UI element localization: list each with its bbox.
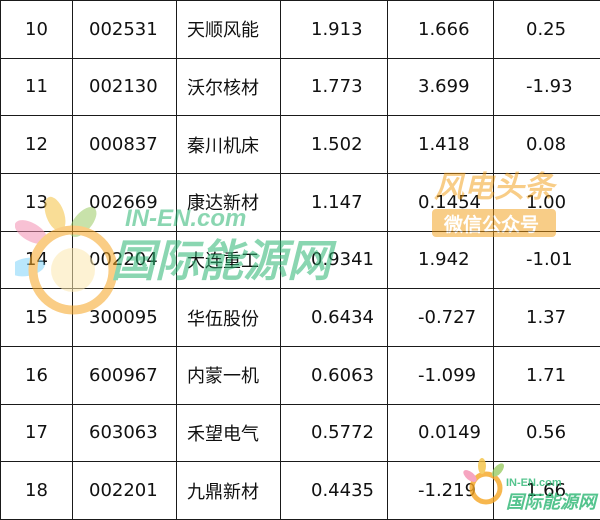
table-row: 10002531天顺风能1.9131.6660.25	[1, 1, 600, 59]
stock-code-cell: 002201	[73, 462, 177, 520]
stock-code-cell: 002531	[73, 1, 177, 59]
rank-cell: 17	[1, 404, 73, 462]
value-3-cell: 0.08	[494, 116, 600, 174]
company-name-cell: 禾望电气	[177, 404, 281, 462]
value-1-cell: 0.9341	[281, 231, 388, 289]
value-3-cell: 0.56	[494, 404, 600, 462]
rank-cell: 10	[1, 1, 73, 59]
table-row: 11002130沃尔核材1.7733.699-1.93	[1, 58, 600, 116]
value-2-cell: 1.666	[388, 1, 494, 59]
value-1-cell: 0.4435	[281, 462, 388, 520]
stock-code-cell: 000837	[73, 116, 177, 174]
value-1-cell: 0.6063	[281, 346, 388, 404]
value-2-cell: 1.418	[388, 116, 494, 174]
stock-code-cell: 002130	[73, 58, 177, 116]
table-row: 13002669康达新材1.1470.14541.00	[1, 173, 600, 231]
value-3-cell: 1.37	[494, 289, 600, 347]
rank-cell: 13	[1, 173, 73, 231]
company-name-cell: 沃尔核材	[177, 58, 281, 116]
rank-cell: 18	[1, 462, 73, 520]
company-name-cell: 内蒙一机	[177, 346, 281, 404]
value-2-cell: 0.0149	[388, 404, 494, 462]
value-3-cell: 0.25	[494, 1, 600, 59]
value-3-cell: -1.01	[494, 231, 600, 289]
value-1-cell: 1.147	[281, 173, 388, 231]
value-1-cell: 0.6434	[281, 289, 388, 347]
table-row: 14002204大连重工0.93411.942-1.01	[1, 231, 600, 289]
company-name-cell: 秦川机床	[177, 116, 281, 174]
rank-cell: 11	[1, 58, 73, 116]
stock-code-cell: 300095	[73, 289, 177, 347]
value-1-cell: 0.5772	[281, 404, 388, 462]
value-3-cell: 1.00	[494, 173, 600, 231]
table-row: 17603063禾望电气0.57720.01490.56	[1, 404, 600, 462]
table-row: 18002201九鼎新材0.4435-1.2191.66	[1, 462, 600, 520]
company-name-cell: 大连重工	[177, 231, 281, 289]
value-3-cell: -1.93	[494, 58, 600, 116]
value-1-cell: 1.502	[281, 116, 388, 174]
value-2-cell: 0.1454	[388, 173, 494, 231]
value-2-cell: -0.727	[388, 289, 494, 347]
rank-cell: 15	[1, 289, 73, 347]
company-name-cell: 九鼎新材	[177, 462, 281, 520]
stock-code-cell: 002204	[73, 231, 177, 289]
value-3-cell: 1.66	[494, 462, 600, 520]
stock-code-cell: 603063	[73, 404, 177, 462]
company-name-cell: 华伍股份	[177, 289, 281, 347]
rank-cell: 16	[1, 346, 73, 404]
stock-code-cell: 600967	[73, 346, 177, 404]
company-name-cell: 康达新材	[177, 173, 281, 231]
value-1-cell: 1.773	[281, 58, 388, 116]
value-1-cell: 1.913	[281, 1, 388, 59]
rank-cell: 14	[1, 231, 73, 289]
company-name-cell: 天顺风能	[177, 1, 281, 59]
stock-code-cell: 002669	[73, 173, 177, 231]
table-row: 16600967内蒙一机0.6063-1.0991.71	[1, 346, 600, 404]
table-row: 15300095华伍股份0.6434-0.7271.37	[1, 289, 600, 347]
value-2-cell: -1.099	[388, 346, 494, 404]
stock-table: 10002531天顺风能1.9131.6660.2511002130沃尔核材1.…	[0, 0, 600, 520]
value-2-cell: 3.699	[388, 58, 494, 116]
table-body: 10002531天顺风能1.9131.6660.2511002130沃尔核材1.…	[1, 1, 600, 520]
value-3-cell: 1.71	[494, 346, 600, 404]
value-2-cell: 1.942	[388, 231, 494, 289]
rank-cell: 12	[1, 116, 73, 174]
table-row: 12000837秦川机床1.5021.4180.08	[1, 116, 600, 174]
value-2-cell: -1.219	[388, 462, 494, 520]
